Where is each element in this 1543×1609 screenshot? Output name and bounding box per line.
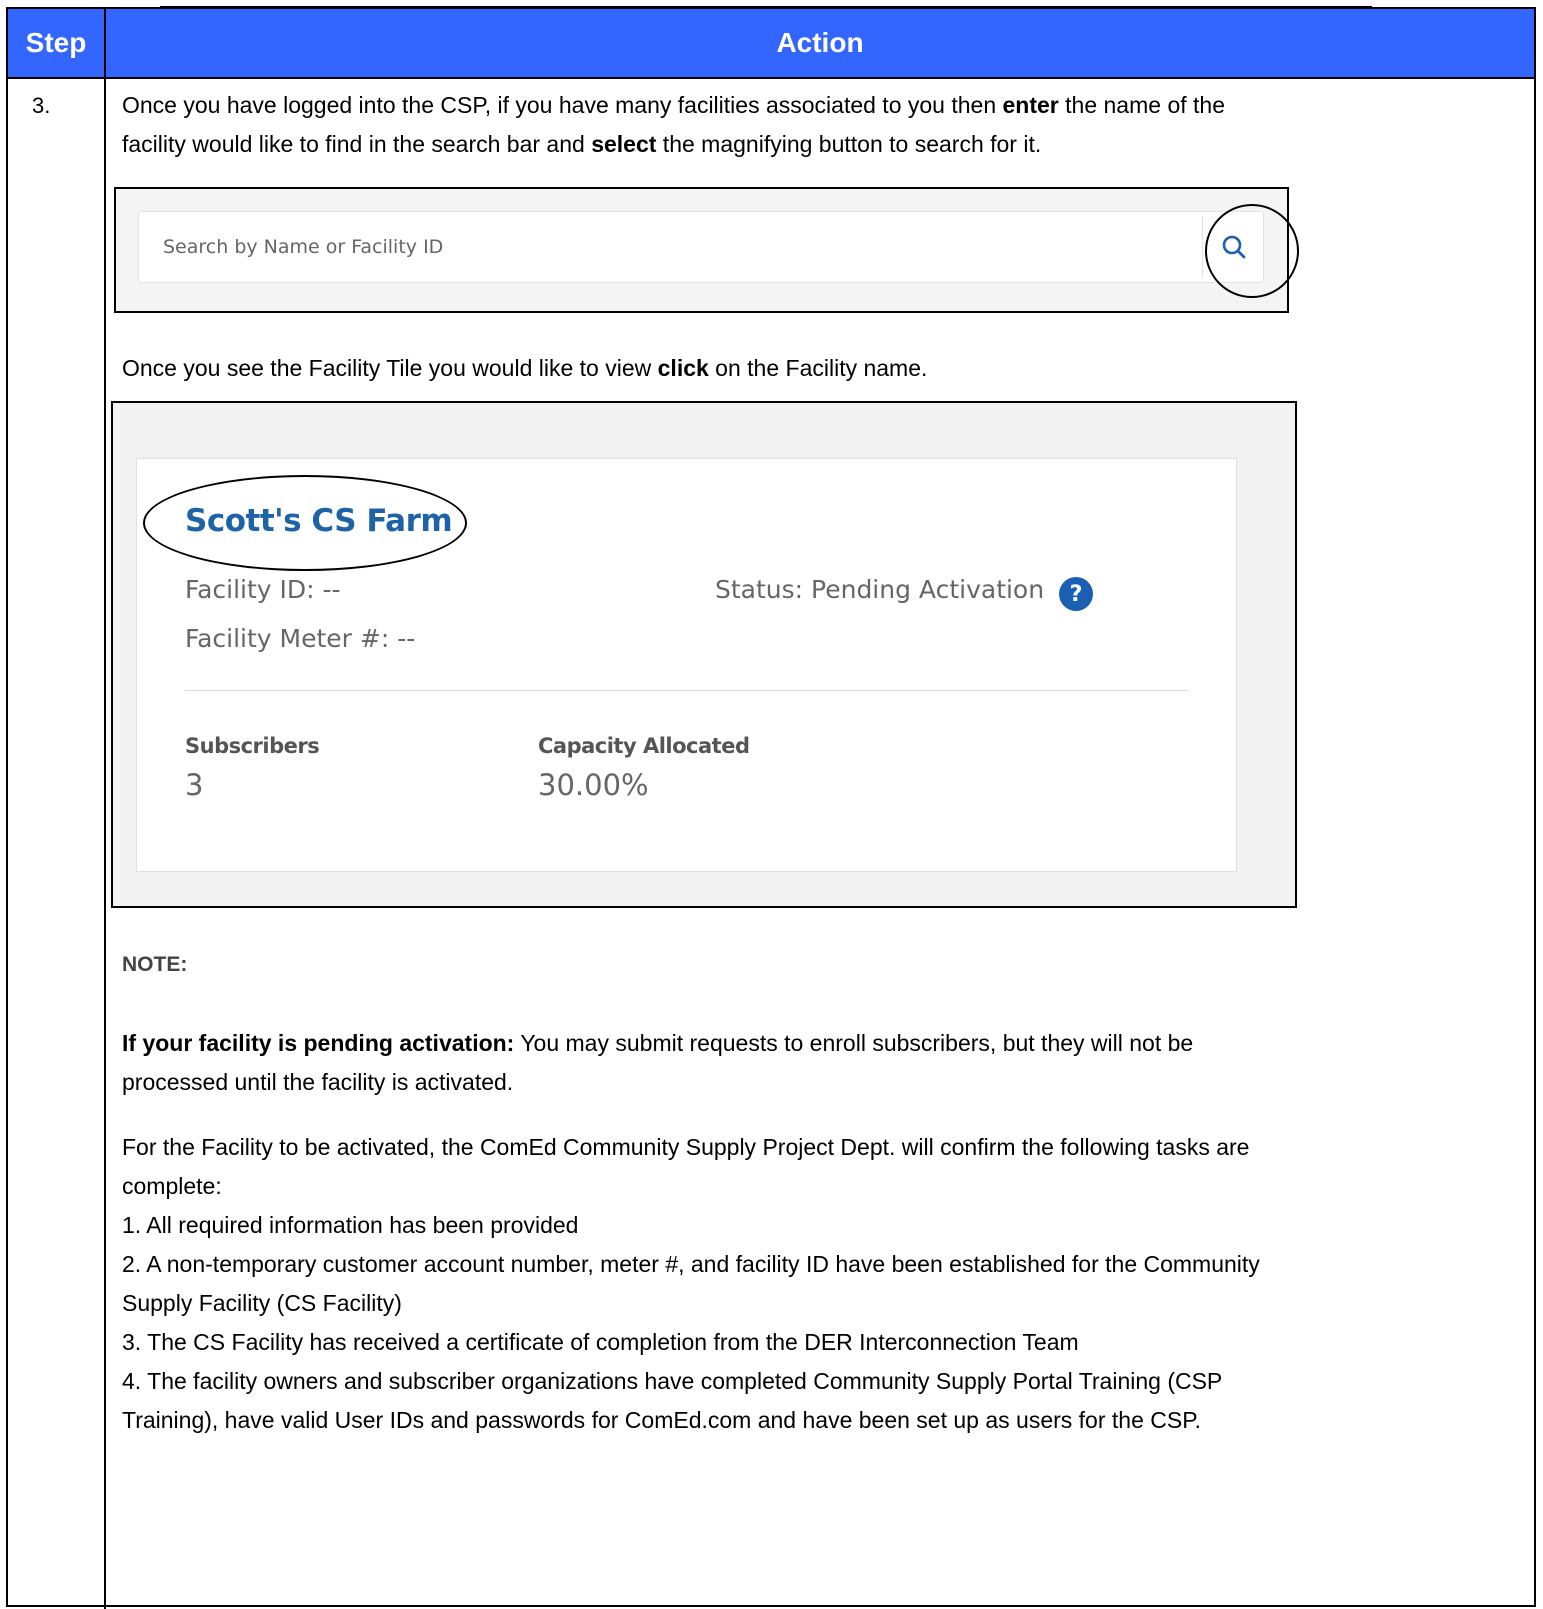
search-screenshot [114,187,1299,313]
search-separator [1202,216,1203,278]
task-item-2-line-2: Supply Facility (CS Facility) [122,1290,402,1316]
activation-line-2: complete: [122,1173,222,1199]
note-title: NOTE: [122,953,188,976]
facility-tile: Scott's CS Farm Facility ID: -- Facility… [136,458,1237,872]
activation-line-1: For the Facility to be activated, the Co… [122,1134,1250,1160]
facility-name-link[interactable]: Scott's CS Farm [185,503,453,539]
intro-line-1: Once you have logged into the CSP, if yo… [122,85,1225,125]
intro-bold-select: select [591,131,657,157]
task-item-4-line-1: 4. The facility owners and subscriber or… [122,1368,1223,1394]
facility-id: Facility ID: -- [185,575,341,604]
tile-instruction-text-1: Once you see the Facility Tile you would… [122,355,658,381]
search-bar [138,204,1299,298]
capacity-value: 30.00% [538,768,649,802]
note-pending-bold: If your facility is pending activation: [122,1030,515,1056]
facility-tile-screenshot: Scott's CS Farm Facility ID: -- Facility… [111,401,1297,908]
task-item-2-line-1: 2. A non-temporary customer account numb… [122,1251,1260,1277]
intro-text-1: Once you have logged into the CSP, if yo… [122,92,1003,118]
header-step: Step [25,27,87,58]
note-pending-line-1: If your facility is pending activation: … [122,1023,1193,1063]
search-icon [1222,235,1246,259]
search-input[interactable] [163,212,1163,282]
tile-divider [185,690,1189,691]
column-divider [104,9,106,1609]
intro-text-3: the magnifying button to search for it. [656,131,1042,157]
task-item-4-line-2: Training), have valid User IDs and passw… [122,1407,1201,1433]
task-item-3: 3. The CS Facility has received a certif… [122,1329,1079,1355]
header-action: Action [776,27,864,58]
table-header: Step Action [8,9,1534,79]
intro-text-2b: facility would like to find in the searc… [122,131,592,157]
note-pending-text-1: You may submit requests to enroll subscr… [514,1030,1194,1056]
help-icon[interactable]: ? [1059,577,1093,611]
step-number: 3. [32,93,51,118]
facility-meter: Facility Meter #: -- [185,624,416,653]
capacity-label: Capacity Allocated [538,734,750,758]
intro-bold-enter: enter [1002,92,1059,118]
intro-text-2a: the name of the [1058,92,1225,118]
tile-instruction-text-2: on the Facility name. [708,355,928,381]
note-pending-line-2: processed until the facility is activate… [122,1069,514,1095]
search-button[interactable] [1211,224,1257,270]
subscribers-value: 3 [185,768,204,802]
facility-status: Status: Pending Activation [715,575,1045,604]
tile-instruction-bold: click [657,355,709,381]
intro-line-2: facility would like to find in the searc… [122,124,1041,164]
subscribers-label: Subscribers [185,734,320,758]
task-item-1: 1. All required information has been pro… [122,1212,579,1238]
tile-instruction: Once you see the Facility Tile you would… [122,348,927,388]
